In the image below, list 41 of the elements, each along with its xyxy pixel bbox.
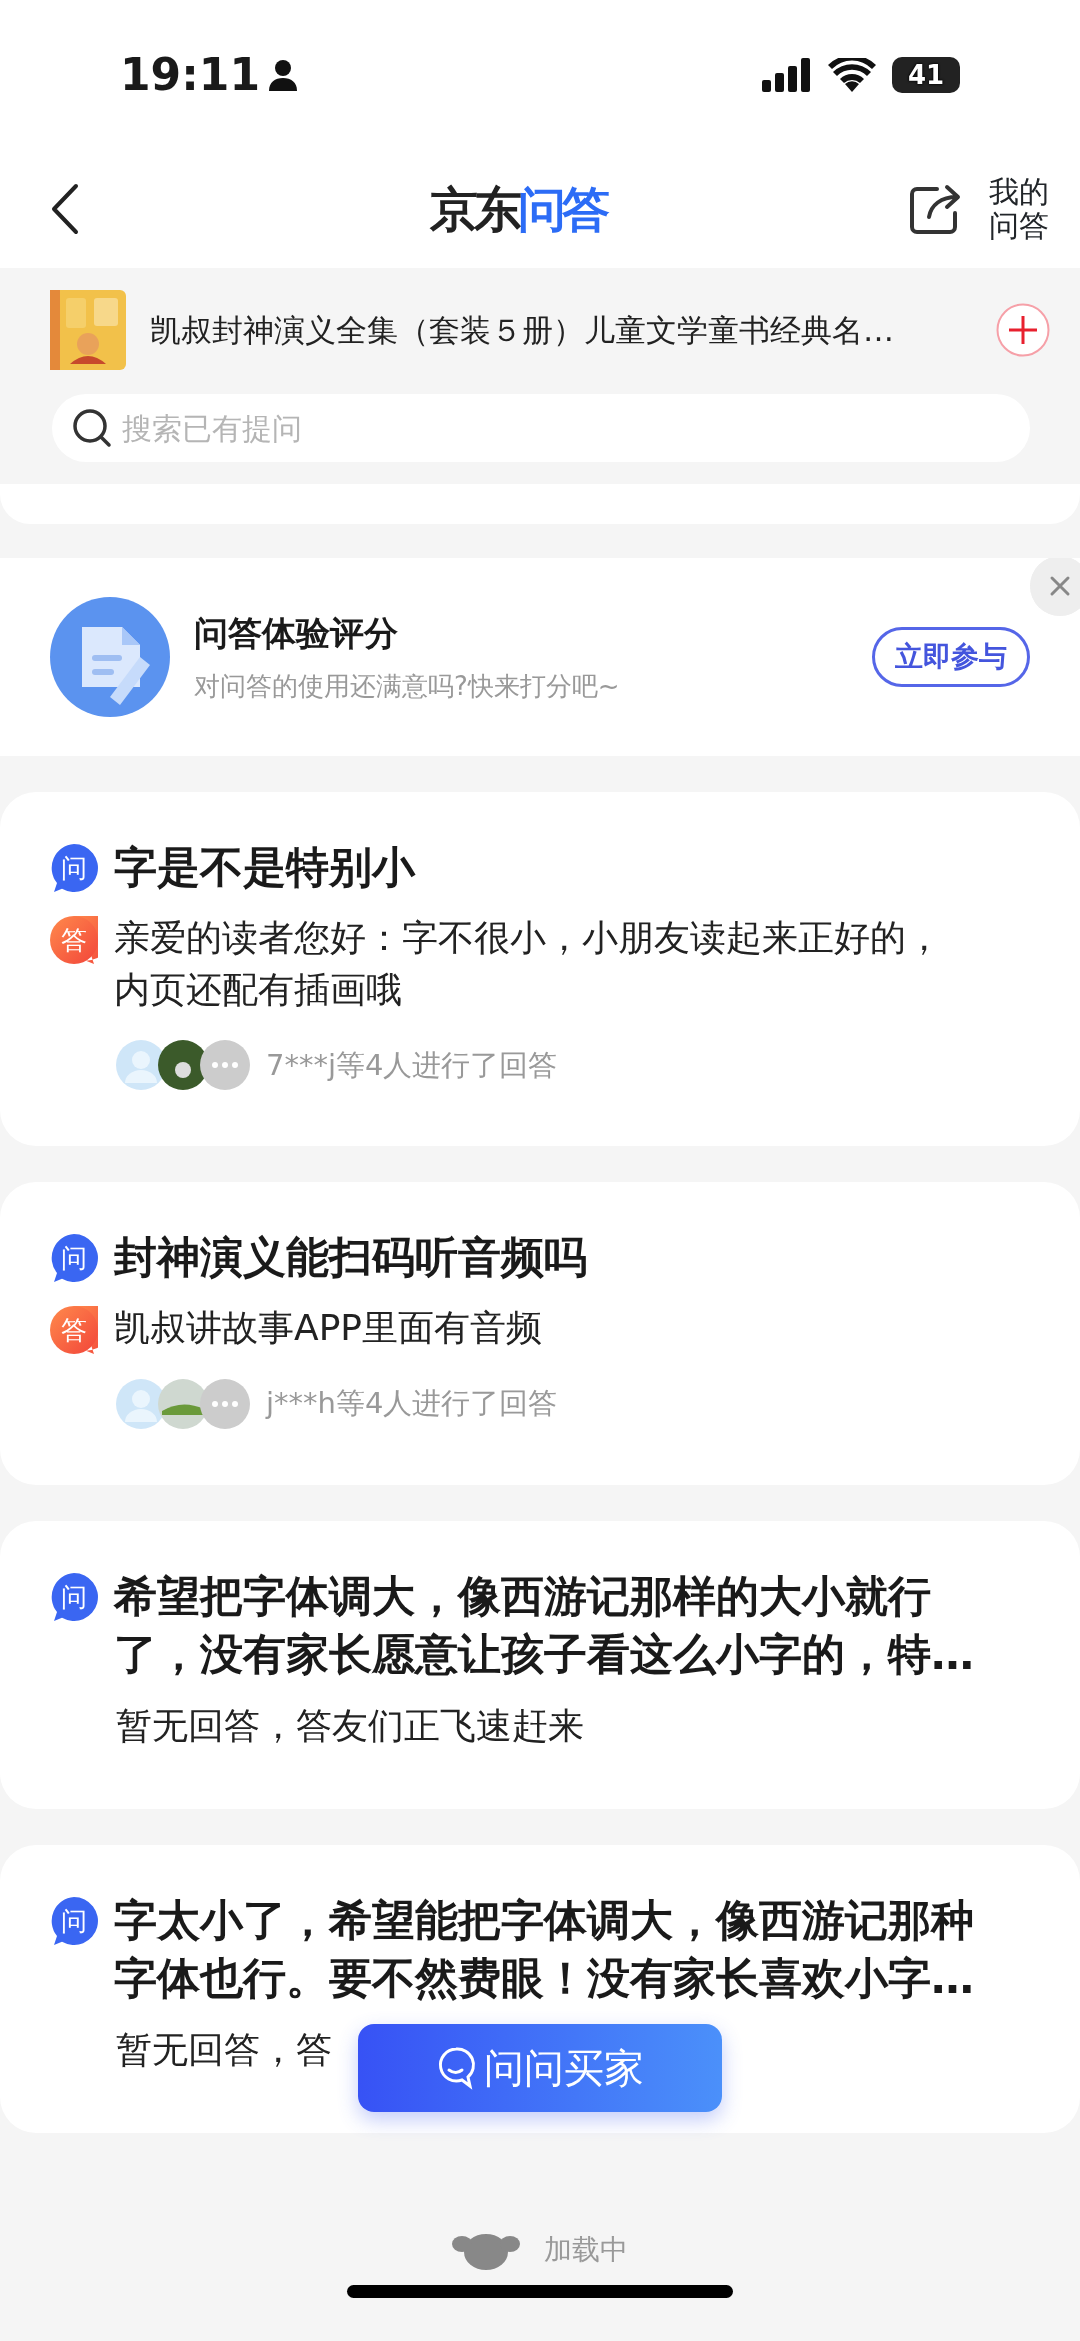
battery-indicator: 41 [892,57,960,93]
no-answer-text: 暂无回答，答友们正飞速赶来 [116,1703,584,1748]
add-icon[interactable] [996,303,1050,357]
question-icon: 问 [50,1572,98,1621]
more-icon [200,1040,250,1091]
product-title[interactable]: 凯叔封神演义全集（套装５册）儿童文学童书经典名… [150,306,972,354]
no-answer-text: 暂无回答，答 [116,2027,332,2072]
join-button[interactable]: 立即参与 [872,627,1030,687]
search-field[interactable]: 搜索已有提问 [52,394,1030,462]
ask-buyers-button[interactable]: 问问买家 [358,2024,722,2112]
document-icon [50,597,170,717]
my-qa-link[interactable]: 我的问答 [987,174,1050,244]
back-icon[interactable] [50,183,80,235]
question-text: 字是不是特别小 [114,841,417,894]
question-text: 封神演义能扫码听音频吗 [114,1231,588,1285]
more-icon [200,1378,250,1429]
question-text: 希望把字体调大，像西游记那样的大小就行了，没有家长愿意让孩子看这么小字的，特… [114,1569,975,1681]
survey-subtitle: 对问答的使用还满意吗?快来打分吧~ [194,670,621,703]
status-time: 19:11 [120,48,261,102]
loading-text: 加载中 [544,2231,628,2268]
question-icon: 问 [50,844,98,892]
question-icon: 问 [50,1234,98,1283]
question-card[interactable]: 问 字是不是特别小 答 亲爱的读者您好：字不很小，小朋友读起来正好的，内页还配有插画哦 7***j等4人进行了回答 [0,792,1080,1147]
answer-icon: 答 [50,916,98,965]
question-card[interactable]: 问 希望把字体调大，像西游记那样的大小就行了，没有家长愿意让孩子看这么小字的，特… 暂无回答，答友们正飞速赶来 [0,1520,1080,1809]
question-text: 字太小了，希望能把字体调大，像西游记那种字体也行。要不然费眼！没有家长喜欢小字… [114,1893,975,2005]
responders-text: 7***j等4人进行了回答 [266,1046,558,1084]
search-icon [72,408,112,448]
answer-text: 凯叔讲故事APP里面有音频 [114,1306,544,1351]
signal-icon [762,58,812,92]
survey-title: 问答体验评分 [194,612,399,655]
question-card[interactable]: 问 封神演义能扫码听音频吗 答 凯叔讲故事APP里面有音频 j***h等4人进行了回答 [0,1182,1080,1485]
person-icon [268,59,299,91]
responders-text: j***h等4人进行了回答 [266,1384,558,1422]
logo-text: 京东 [429,180,518,239]
answer-icon: 答 [50,1306,98,1355]
question-icon: 问 [50,1896,98,1945]
chat-icon [436,2046,476,2090]
answer-text: 亲爱的读者您好：字不很小，小朋友读起来正好的，内页还配有插画哦 [114,916,943,1013]
logo-text: 问答 [517,180,606,239]
wifi-icon [828,58,876,92]
